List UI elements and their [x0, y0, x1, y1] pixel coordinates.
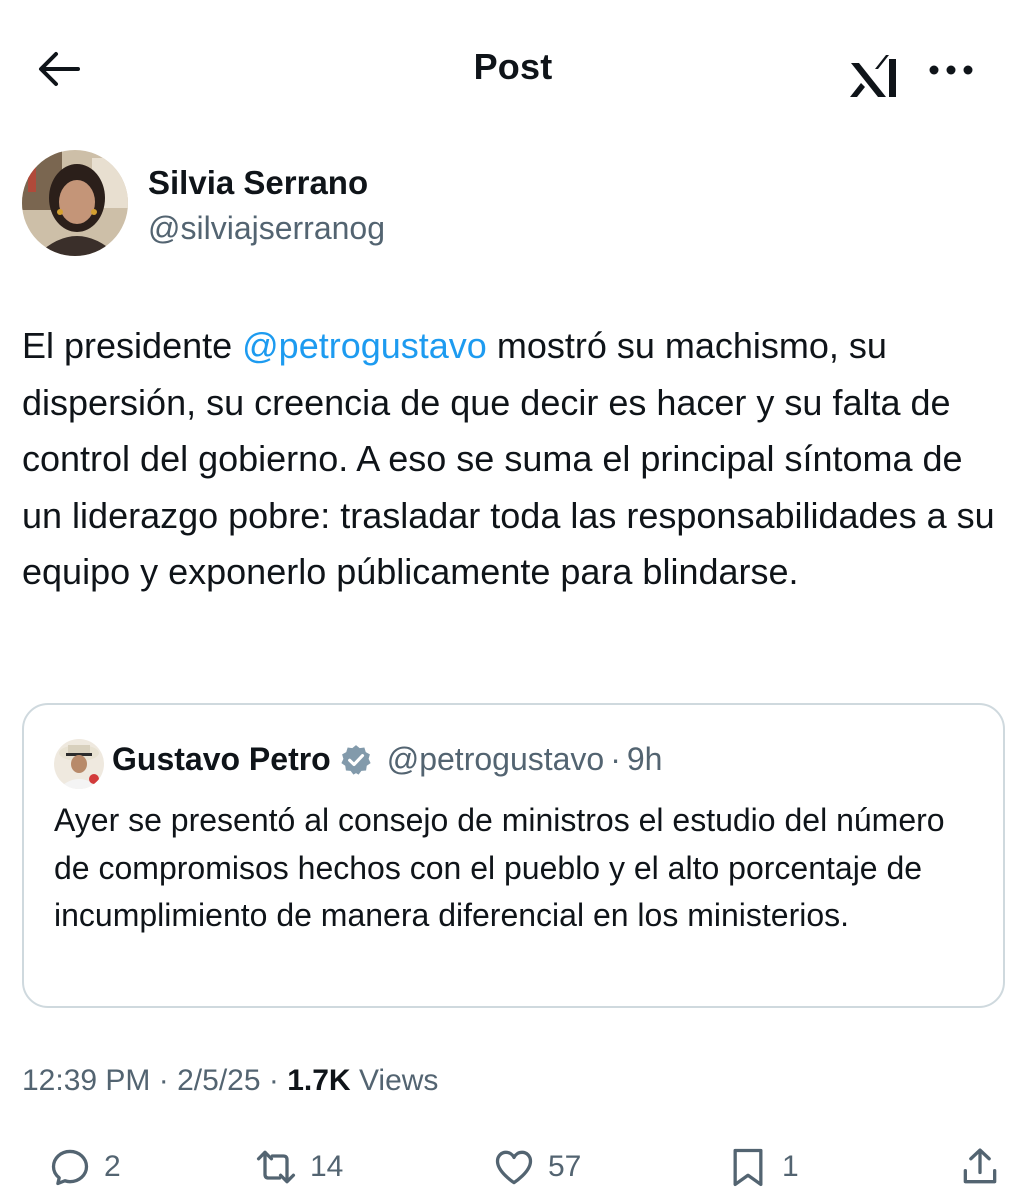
- separator-dot: ·: [158, 1064, 169, 1097]
- action-bar: 2 14 57 1: [0, 1132, 1026, 1200]
- post-date[interactable]: 2/5/25: [177, 1064, 260, 1097]
- post-text: El presidente @petrogustavo mostró su ma…: [22, 318, 1007, 601]
- quoted-avatar[interactable]: [54, 739, 104, 789]
- author-handle[interactable]: @silviajserranog: [148, 210, 385, 247]
- top-bar: Post: [0, 0, 1026, 140]
- reply-button[interactable]: 2: [48, 1142, 121, 1192]
- grok-button[interactable]: [846, 52, 904, 100]
- like-count: 57: [548, 1150, 582, 1183]
- bookmark-icon: [733, 1148, 763, 1187]
- like-button[interactable]: 57: [492, 1142, 581, 1192]
- views-count[interactable]: 1.7K: [287, 1064, 350, 1097]
- repost-count: 14: [310, 1150, 344, 1183]
- grok-icon: [850, 55, 896, 97]
- share-button[interactable]: [958, 1142, 1002, 1192]
- quoted-text: Ayer se presentó al consejo de ministros…: [54, 802, 945, 933]
- more-button[interactable]: [924, 50, 978, 90]
- share-icon: [963, 1148, 997, 1184]
- quoted-author-name[interactable]: Gustavo Petro: [112, 741, 331, 778]
- separator-dot: ·: [610, 741, 621, 777]
- post-text-start: El presidente: [22, 325, 243, 366]
- mention-link[interactable]: @petrogustavo: [242, 325, 487, 366]
- author-name[interactable]: Silvia Serrano: [148, 164, 368, 202]
- avatar-photo: [22, 150, 128, 256]
- more-horizontal-icon: [929, 65, 973, 75]
- quoted-post[interactable]: Gustavo Petro @petrogustavo · 9h Ayer se…: [22, 703, 1005, 1008]
- post-time[interactable]: 12:39 PM: [22, 1064, 150, 1097]
- avatar[interactable]: [22, 150, 128, 256]
- views-label: Views: [358, 1064, 439, 1097]
- quoted-timestamp[interactable]: 9h: [627, 741, 663, 778]
- heart-icon: [495, 1150, 533, 1185]
- quoted-author-handle[interactable]: @petrogustavo: [387, 741, 605, 778]
- verified-badge-icon: [341, 744, 371, 775]
- quoted-avatar-photo: [54, 739, 104, 789]
- bookmark-count: 1: [782, 1150, 799, 1183]
- post-meta: 12:39 PM · 2/5/25 · 1.7K Views: [22, 1064, 438, 1098]
- separator-dot: ·: [268, 1064, 279, 1097]
- reply-count: 2: [104, 1150, 121, 1183]
- reply-icon: [51, 1149, 89, 1186]
- author-block: Silvia Serrano @silviajserranog: [20, 150, 1000, 260]
- repost-button[interactable]: 14: [254, 1142, 343, 1192]
- bookmark-button[interactable]: 1: [726, 1142, 799, 1192]
- quoted-header: Gustavo Petro @petrogustavo · 9h: [112, 741, 662, 778]
- repost-icon: [256, 1150, 296, 1184]
